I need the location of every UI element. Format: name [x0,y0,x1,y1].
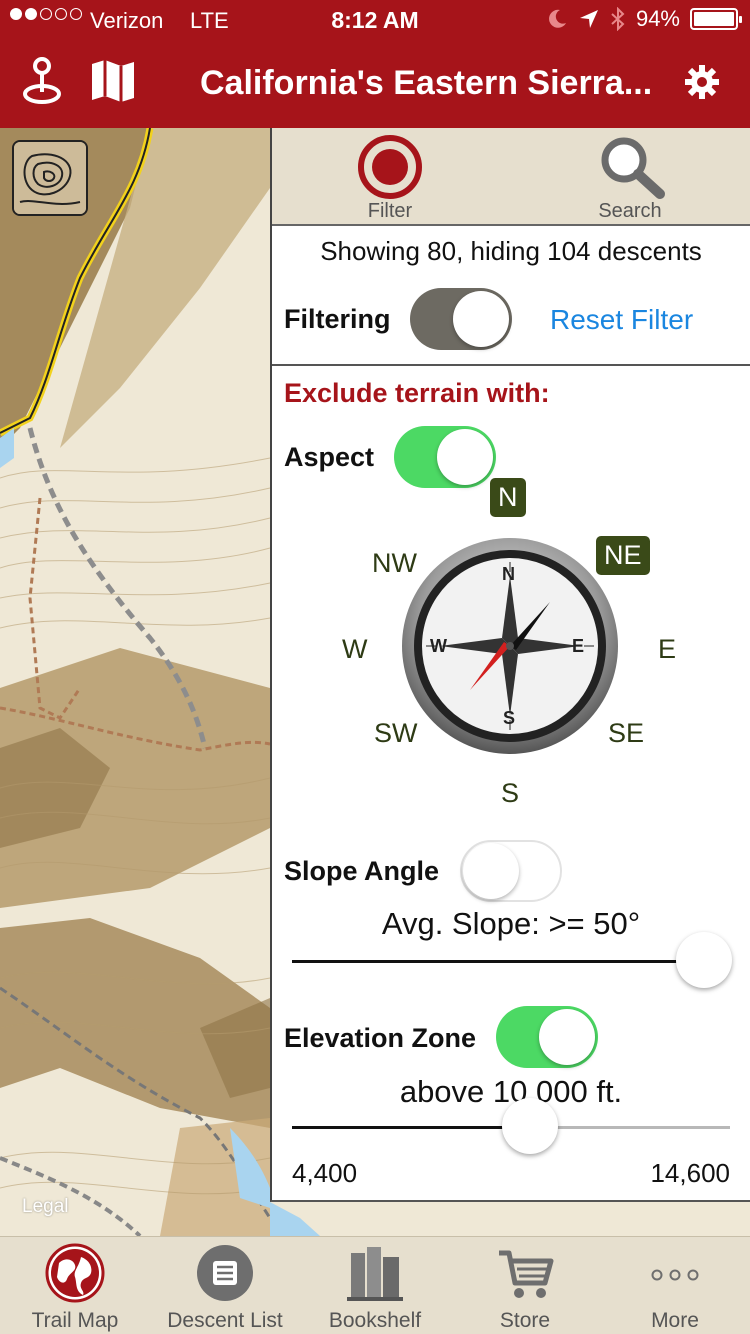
bluetooth-icon [611,7,625,31]
elevation-slider-track-filled[interactable] [292,1126,530,1129]
compass-letter-s: S [503,708,516,728]
tab-trail-map[interactable]: Trail Map [0,1237,150,1334]
globe-icon [45,1243,105,1303]
direction-w[interactable]: W [342,634,367,665]
filtering-label: Filtering [284,304,391,334]
reset-filter-link[interactable]: Reset Filter [550,304,693,336]
map-icon[interactable] [90,58,136,109]
slope-slider-track[interactable] [292,960,704,963]
cart-icon [495,1243,555,1303]
elevation-slider-track-empty[interactable] [530,1126,730,1129]
more-dots-icon [645,1243,705,1303]
tab-more[interactable]: More [600,1237,750,1334]
app-header: Verizon LTE 8:12 AM 94% California's Eas… [0,0,750,128]
battery-icon [690,8,742,30]
filtering-toggle[interactable] [410,288,512,350]
tab-more-label: More [651,1309,699,1332]
status-bar: Verizon LTE 8:12 AM 94% [0,0,750,40]
bottom-tab-bar: Trail Map Descent List Bookshelf Store M… [0,1236,750,1334]
tab-bookshelf[interactable]: Bookshelf [300,1237,450,1334]
compass-letter-w: W [430,636,447,656]
filter-panel: Filter Search Showing 80, hiding 104 des… [270,128,750,1202]
moon-icon [549,9,566,28]
slope-angle-label: Slope Angle [284,856,440,886]
direction-e[interactable]: E [658,634,676,665]
elevation-zone-toggle[interactable] [496,1006,598,1068]
exclude-terrain-heading: Exclude terrain with: [284,378,550,408]
topo-map-icon[interactable] [12,140,88,216]
tab-filter-label: Filter [367,200,413,222]
tab-descent-list-label: Descent List [167,1309,283,1332]
tab-trail-map-label: Trail Map [31,1309,119,1332]
tab-store-label: Store [499,1309,551,1332]
compass-letter-n: N [502,564,515,584]
map-legal-link[interactable]: Legal [22,1196,69,1218]
elevation-slider-thumb[interactable] [502,1098,558,1154]
tab-bookshelf-label: Bookshelf [328,1309,422,1332]
tab-search[interactable]: Search [550,128,710,226]
slope-caption: Avg. Slope: >= 50° [381,906,641,941]
elevation-min-label: 4,400 [292,1158,358,1188]
search-icon [601,137,665,199]
books-icon [345,1243,405,1303]
page-title: California's Eastern Sierra... [200,64,653,102]
divider [272,364,750,366]
battery-percent: 94% [635,6,680,31]
tab-store[interactable]: Store [450,1237,600,1334]
list-icon [195,1243,255,1303]
elevation-max-label: 14,600 [650,1158,730,1188]
compass-icon: N E S W [400,536,620,756]
slope-angle-toggle[interactable] [460,840,562,902]
location-pin-icon[interactable] [22,56,62,111]
tab-descent-list[interactable]: Descent List [150,1237,300,1334]
direction-s[interactable]: S [501,778,519,809]
descent-count-text: Showing 80, hiding 104 descents [320,236,702,266]
elevation-zone-label: Elevation Zone [284,1023,477,1053]
location-arrow-icon [579,10,598,28]
compass-letter-e: E [572,636,585,656]
tab-filter[interactable]: Filter [310,128,470,226]
gear-icon[interactable] [684,64,720,105]
tab-search-label: Search [598,200,662,222]
direction-n[interactable]: N [490,478,526,517]
target-icon [358,135,422,199]
slope-slider-thumb[interactable] [676,932,732,988]
panel-tab-bar: Filter Search [272,128,750,226]
aspect-toggle[interactable] [394,426,496,488]
aspect-label: Aspect [284,442,375,472]
